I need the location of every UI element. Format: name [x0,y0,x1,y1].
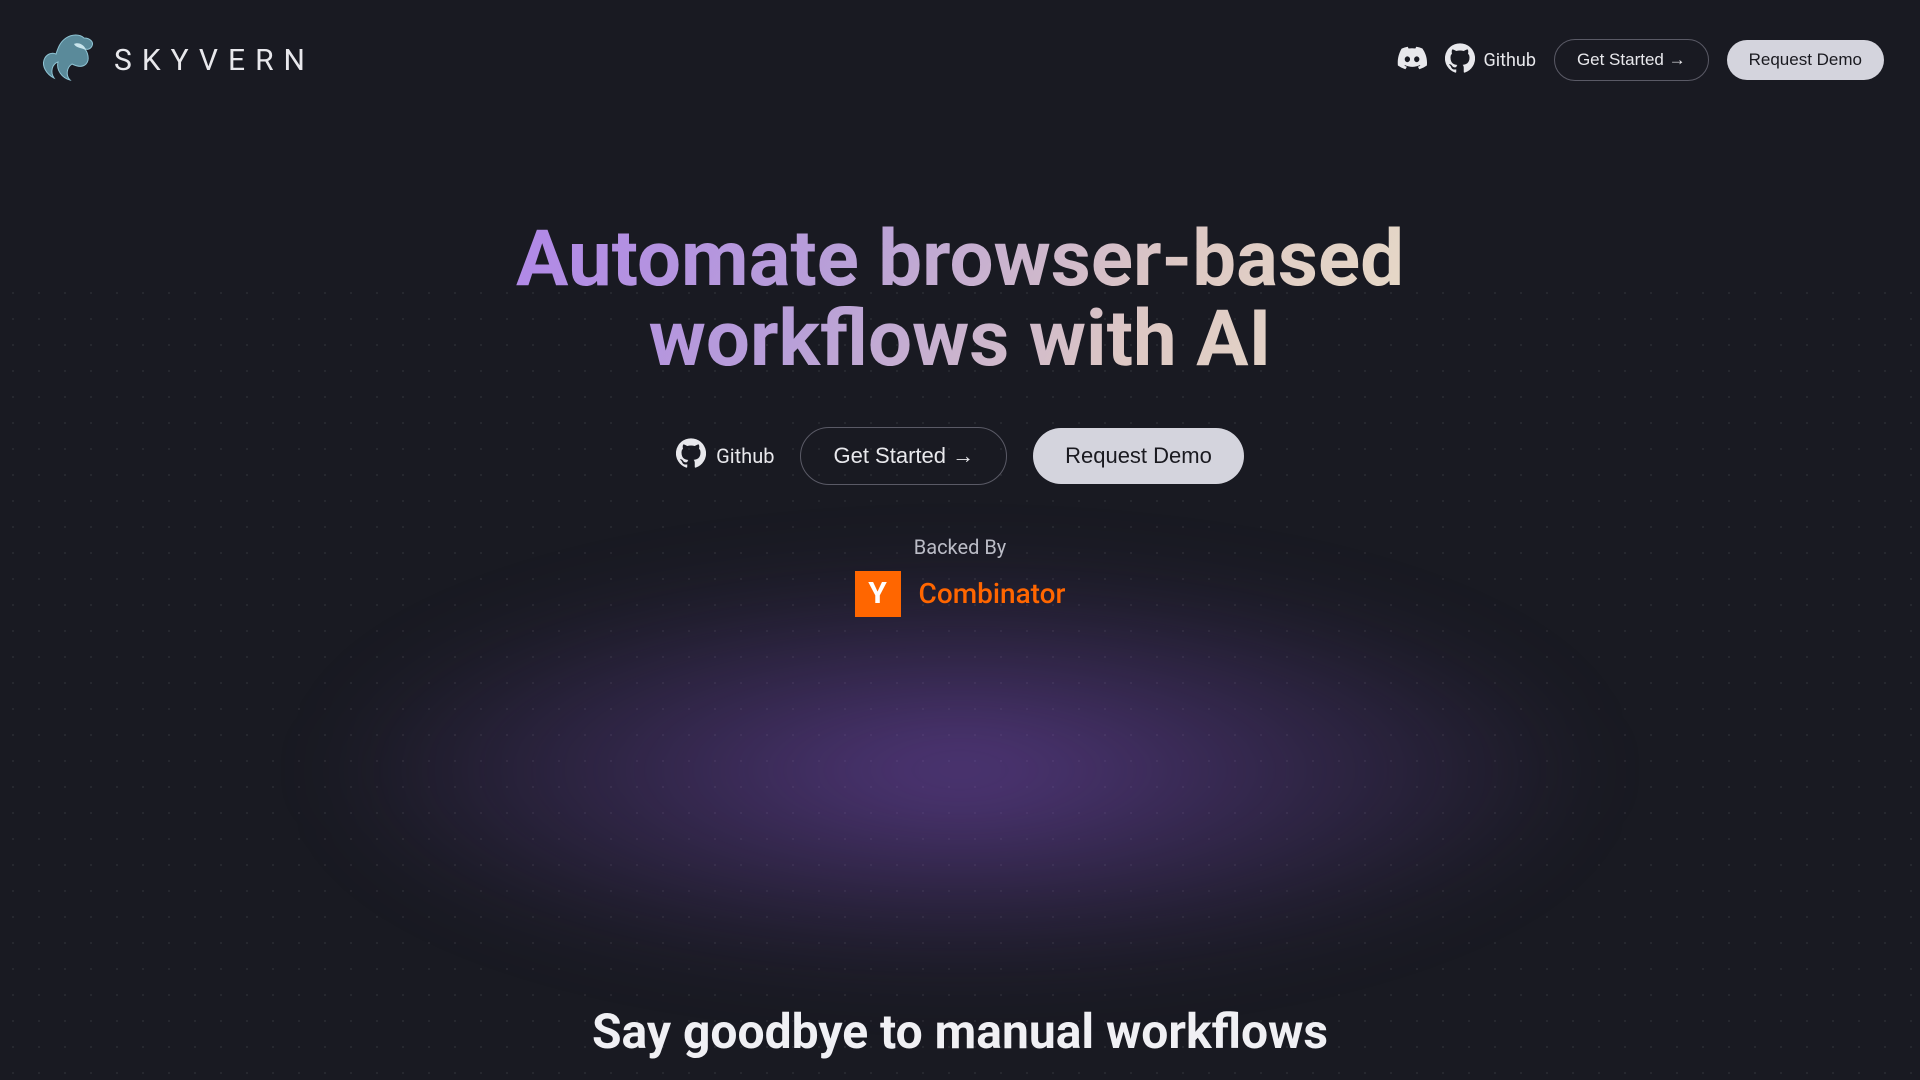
yc-icon: Y [855,571,901,617]
section-heading: Say goodbye to manual workflows [0,1003,1920,1060]
request-demo-button[interactable]: Request Demo [1727,40,1884,80]
hero-cta-row: Github Get Started → Request Demo [676,427,1244,485]
brand-name: SKYVERN [114,43,315,78]
backed-by-label: Backed By [914,535,1007,559]
github-link[interactable]: Github [1445,43,1535,78]
hero-github-label: Github [716,444,774,468]
github-icon [1445,43,1475,78]
hero: Automate browser-based workflows with AI… [0,220,1920,617]
discord-icon [1397,43,1427,78]
discord-link[interactable] [1397,43,1427,78]
hero-request-demo-button[interactable]: Request Demo [1033,428,1244,484]
dragon-logo-icon [36,28,100,92]
hero-github-link[interactable]: Github [676,438,774,473]
github-label: Github [1483,50,1535,71]
get-started-button[interactable]: Get Started → [1554,39,1709,81]
ycombinator-logo[interactable]: Y Combinator [855,571,1066,617]
logo[interactable]: SKYVERN [36,28,315,92]
yc-name: Combinator [919,577,1066,610]
header: SKYVERN Github Get Started → Request Dem… [0,0,1920,120]
nav-right: Github Get Started → Request Demo [1397,39,1884,81]
backed-by-section: Backed By Y Combinator [855,535,1066,617]
github-icon [676,438,706,473]
hero-headline: Automate browser-based workflows with AI [510,220,1410,381]
purple-glow [310,560,1610,980]
hero-get-started-button[interactable]: Get Started → [800,427,1007,485]
